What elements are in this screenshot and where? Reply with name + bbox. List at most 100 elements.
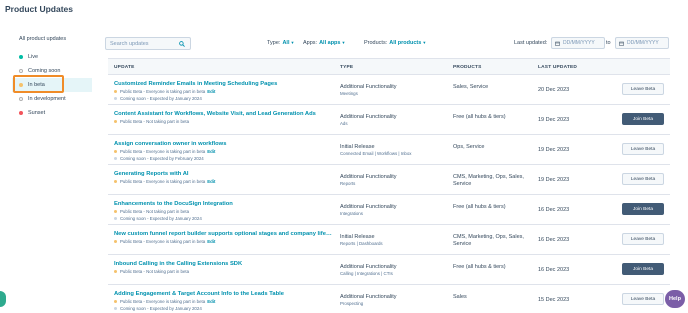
status-line: Public Beta - Not taking part in beta — [114, 209, 334, 214]
leave-beta-button[interactable]: Leave Beta — [622, 143, 664, 155]
products-filter-value[interactable]: All products — [389, 40, 421, 46]
date-from-input[interactable]: DD/MM/YYYY — [551, 37, 605, 49]
update-title-link[interactable]: Inbound Calling in the Calling Extension… — [114, 261, 334, 267]
type-cell: Additional Functionality Meetings — [340, 84, 450, 96]
chevron-down-icon[interactable]: ▼ — [422, 40, 426, 45]
sidebar-item-sunset[interactable]: Sunset — [12, 106, 92, 120]
sidebar-item-in-development[interactable]: In development — [12, 92, 92, 106]
update-cell: Adding Engagement & Target Account Info … — [114, 291, 334, 311]
column-header-last-updated[interactable]: LAST UPDATED — [538, 65, 577, 70]
edit-link[interactable]: Edit — [207, 149, 215, 154]
leave-beta-button[interactable]: Leave Beta — [622, 233, 664, 245]
status-dot-icon — [114, 157, 117, 160]
sidebar-item-label: In development — [28, 96, 66, 102]
update-title-link[interactable]: Generating Reports with AI — [114, 171, 334, 177]
status-line: Coming soon - Expected by January 2024 — [114, 96, 334, 101]
edit-link[interactable]: Edit — [207, 89, 215, 94]
status-line: Public Beta - Everyone is taking part in… — [114, 89, 334, 94]
sidebar-item-all-updates[interactable]: All product updates — [19, 36, 92, 42]
apps-filter[interactable]: Apps: All apps▼ — [303, 40, 345, 46]
type-text: Additional Functionality — [340, 174, 397, 180]
status-dot-icon — [114, 120, 117, 123]
type-cell: Additional Functionality Reports — [340, 174, 450, 186]
update-title-link[interactable]: New custom funnel report builder support… — [114, 231, 334, 237]
edit-link[interactable]: Edit — [207, 239, 215, 244]
chevron-down-icon[interactable]: ▼ — [341, 40, 345, 45]
column-header-products: PRODUCTS — [453, 65, 482, 70]
status-line: Public Beta - Not taking part in beta — [114, 119, 334, 124]
status-dot-icon — [19, 111, 23, 115]
update-title-link[interactable]: Content Assistant for Workflows, Website… — [114, 111, 334, 117]
date-to-label: to — [606, 40, 611, 46]
calendar-icon — [555, 41, 560, 46]
last-updated-cell: 19 Dec 2023 — [538, 117, 570, 123]
table-row: Enhancements to the DocuSign Integration… — [108, 195, 670, 225]
chevron-down-icon[interactable]: ▼ — [290, 40, 294, 45]
apps-filter-value[interactable]: All apps — [319, 40, 340, 46]
join-beta-button[interactable]: Join Beta — [622, 263, 664, 275]
products-cell: CMS, Marketing, Ops, Sales, Service — [453, 234, 524, 247]
last-updated-cell: 16 Dec 2023 — [538, 267, 570, 273]
type-text: Additional Functionality — [340, 84, 397, 90]
status-line: Coming soon - Expected by January 2024 — [114, 306, 334, 311]
products-filter[interactable]: Products: All products▼ — [364, 40, 426, 46]
update-title-link[interactable]: Assign conversation owner in workflows — [114, 141, 334, 147]
type-text: Initial Release — [340, 144, 375, 150]
join-beta-button[interactable]: Join Beta — [622, 113, 664, 125]
products-cell: Free (all hubs & tiers) — [453, 114, 506, 120]
sidebar-item-live[interactable]: Live — [12, 50, 92, 64]
date-to-input[interactable]: DD/MM/YYYY — [615, 37, 669, 49]
search-icon[interactable] — [179, 41, 185, 47]
table-header: UPDATE TYPE PRODUCTS LAST UPDATED — [108, 58, 670, 75]
apps-filter-label: Apps: — [303, 40, 318, 46]
status-text: Coming soon - Expected by January 2024 — [120, 216, 202, 221]
update-title-link[interactable]: Adding Engagement & Target Account Info … — [114, 291, 334, 297]
search-input[interactable] — [110, 40, 178, 47]
page-title: Product Updates — [5, 4, 74, 14]
products-cell: Free (all hubs & tiers) — [453, 264, 506, 270]
table-row: New custom funnel report builder support… — [108, 225, 670, 255]
status-dot-icon — [114, 97, 117, 100]
type-subtext: Meetings — [340, 91, 358, 96]
status-text: Public Beta - Not taking part in beta — [120, 119, 190, 124]
update-cell: Customized Reminder Emails in Meeting Sc… — [114, 81, 334, 101]
leave-beta-button[interactable]: Leave Beta — [622, 83, 664, 95]
type-cell: Additional Functionality Calling | Integr… — [340, 264, 450, 276]
edit-link[interactable]: Edit — [207, 179, 215, 184]
leave-beta-button[interactable]: Leave Beta — [622, 173, 664, 185]
calendar-icon — [619, 41, 624, 46]
edit-link[interactable]: Edit — [207, 299, 215, 304]
leave-beta-button[interactable]: Leave Beta — [622, 293, 664, 305]
type-filter-value[interactable]: All — [282, 40, 289, 46]
status-text: Coming soon - Expected by February 2024 — [120, 156, 204, 161]
update-cell: Inbound Calling in the Calling Extension… — [114, 261, 334, 274]
last-updated-label: Last updated: — [514, 40, 548, 46]
update-title-link[interactable]: Enhancements to the DocuSign Integration — [114, 201, 334, 207]
update-cell: Generating Reports with AI Public Beta - … — [114, 171, 334, 184]
type-subtext: Prospecting — [340, 301, 364, 306]
status-text: Public Beta - Everyone is taking part in… — [120, 179, 206, 184]
sidebar-item-label: Coming soon — [28, 68, 61, 74]
products-cell: Ops, Service — [453, 144, 485, 150]
products-cell: CMS, Marketing, Ops, Sales, Service — [453, 174, 524, 187]
type-filter-label: Type: — [267, 40, 281, 46]
status-text: Public Beta - Everyone is taking part in… — [120, 149, 206, 154]
chat-launcher[interactable] — [0, 291, 6, 307]
update-cell: Assign conversation owner in workflows Pu… — [114, 141, 334, 161]
status-dot-icon — [114, 210, 117, 213]
update-title-link[interactable]: Customized Reminder Emails in Meeting Sc… — [114, 81, 334, 87]
status-line: Coming soon - Expected by February 2024 — [114, 156, 334, 161]
table-row: Assign conversation owner in workflows Pu… — [108, 135, 670, 165]
products-cell: Sales — [453, 294, 467, 300]
column-header-update: UPDATE — [114, 65, 135, 70]
join-beta-button[interactable]: Join Beta — [622, 203, 664, 215]
search-box[interactable] — [105, 37, 191, 50]
update-cell: Content Assistant for Workflows, Website… — [114, 111, 334, 124]
type-cell: Additional Functionality Prospecting — [340, 294, 450, 306]
last-updated-cell: 16 Dec 2023 — [538, 207, 570, 213]
type-subtext: Reports — [340, 181, 356, 186]
type-filter[interactable]: Type: All▼ — [267, 40, 294, 46]
status-dot-icon — [19, 55, 23, 59]
type-subtext: Integrations — [340, 211, 363, 216]
help-button[interactable]: Help — [665, 290, 685, 308]
